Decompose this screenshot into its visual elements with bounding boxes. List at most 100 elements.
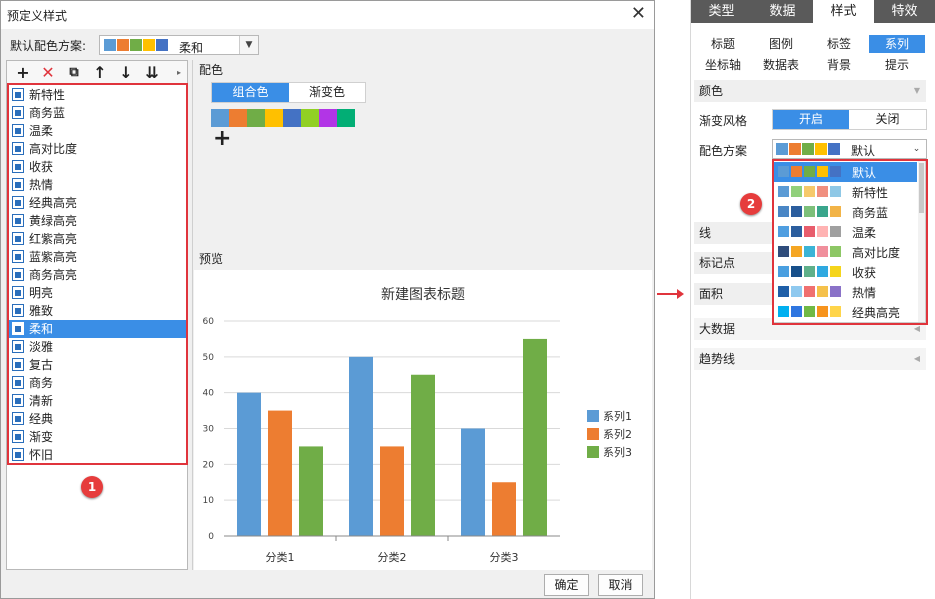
palette-color[interactable] xyxy=(283,109,301,127)
y-tick-label: 20 xyxy=(203,460,215,470)
toggle-on-button[interactable]: 开启 xyxy=(773,110,849,129)
color-scheme-label: 配色方案 xyxy=(699,144,748,158)
default-scheme-label: 默认配色方案: xyxy=(10,39,87,53)
subtab-7[interactable]: 背景 xyxy=(811,56,867,74)
tab-combo-color[interactable]: 组合色 xyxy=(212,83,289,102)
subtab-8[interactable]: 提示 xyxy=(869,56,925,74)
tab-1[interactable]: 类型 xyxy=(691,0,752,23)
bar-系列2[interactable] xyxy=(268,410,292,536)
palette-color[interactable] xyxy=(265,109,283,127)
color-section-header[interactable]: 颜色 ▼ xyxy=(694,80,926,102)
add-color-icon[interactable]: + xyxy=(213,126,231,151)
highlight-box-dropdown xyxy=(772,159,928,325)
dialog-title: 预定义样式 xyxy=(7,9,68,23)
palette-color[interactable] xyxy=(301,109,319,127)
color-section-label: 配色 xyxy=(199,63,224,77)
legend-swatch xyxy=(587,410,599,422)
delete-icon[interactable]: ✕ xyxy=(38,63,58,83)
scheme-color-swatches xyxy=(104,39,169,51)
color-scheme-select[interactable]: 默认 ⌄ xyxy=(772,139,927,159)
pointer-arrow xyxy=(657,293,677,295)
color-swatch xyxy=(828,143,840,155)
section-title: 大数据 xyxy=(699,322,736,336)
ok-button[interactable]: 确定 xyxy=(544,574,589,596)
color-swatch xyxy=(802,143,814,155)
gradient-style-label: 渐变风格 xyxy=(699,114,748,128)
expand-icon: ◀ xyxy=(913,354,920,363)
add-icon[interactable]: + xyxy=(13,63,33,83)
subtab-4[interactable]: 系列 xyxy=(869,35,925,53)
chevron-down-icon[interactable]: ▼ xyxy=(239,36,258,54)
palette-color[interactable] xyxy=(337,109,355,127)
tab-gradient-color[interactable]: 渐变色 xyxy=(289,83,365,102)
section-5[interactable]: 趋势线 ◀ xyxy=(694,348,926,370)
scheme-select-value: 柔和 xyxy=(179,41,204,55)
bar-系列1[interactable] xyxy=(461,428,485,537)
y-tick-label: 60 xyxy=(203,317,215,327)
preview-chart-area: 新建图表标题 0 10 20 30 40 50 60 分类1 分类2 分类3 系列1 系列2 系列3 xyxy=(194,270,652,570)
y-tick-label: 30 xyxy=(203,425,215,435)
bar-系列1[interactable] xyxy=(237,392,261,536)
callout-badge-1: 1 xyxy=(81,476,103,498)
tab-2[interactable]: 数据 xyxy=(752,0,813,23)
copy-icon[interactable]: ⧉ xyxy=(64,63,84,83)
bar-系列1[interactable] xyxy=(349,356,373,536)
move-up-icon[interactable]: ↑ xyxy=(90,63,110,83)
palette-color[interactable] xyxy=(229,109,247,127)
dialog-titlebar: 预定义样式 ✕ xyxy=(1,1,654,29)
callout-badge-2: 2 xyxy=(740,193,762,215)
close-icon[interactable]: ✕ xyxy=(631,3,646,24)
style-list-toolbar: + ✕ ⧉ ↑ ↓ ⇊ ▸ xyxy=(7,61,187,85)
x-tick-label: 分类2 xyxy=(378,550,407,564)
section-title: 线 xyxy=(699,226,712,240)
bar-系列3[interactable] xyxy=(523,338,547,536)
section-title: 趋势线 xyxy=(699,352,736,366)
legend-swatch xyxy=(587,428,599,440)
subtab-2[interactable]: 图例 xyxy=(753,35,809,53)
y-tick-label: 40 xyxy=(203,389,215,399)
subtab-5[interactable]: 坐标轴 xyxy=(695,56,751,74)
subtab-1[interactable]: 标题 xyxy=(695,35,751,53)
collapse-icon: ▼ xyxy=(913,86,920,95)
bar-系列3[interactable] xyxy=(299,446,323,536)
property-tabs: 类型 数据 样式 特效 xyxy=(691,0,935,23)
move-down-icon[interactable]: ↓ xyxy=(116,63,136,83)
chart-title: 新建图表标题 xyxy=(381,287,465,303)
preview-label: 预览 xyxy=(199,252,224,266)
palette-color[interactable] xyxy=(319,109,337,127)
bar-系列2[interactable] xyxy=(380,446,404,536)
cancel-button[interactable]: 取消 xyxy=(598,574,643,596)
palette-color[interactable] xyxy=(211,109,229,127)
subtab-3[interactable]: 标签 xyxy=(811,35,867,53)
move-bottom-icon[interactable]: ⇊ xyxy=(142,63,162,83)
pointer-arrow-head xyxy=(677,289,684,299)
predefined-style-dialog: 预定义样式 ✕ 默认配色方案: 柔和 ▼ + ✕ ⧉ ↑ ↓ ⇊ ▸ 新特性 商务… xyxy=(0,0,655,599)
toggle-off-button[interactable]: 关闭 xyxy=(849,110,926,129)
color-swatch xyxy=(104,39,116,51)
scheme-color-swatches xyxy=(776,143,841,155)
y-tick-label: 50 xyxy=(203,353,215,363)
preview-chart: 新建图表标题 0 10 20 30 40 50 60 分类1 分类2 分类3 系列1 系列2 系列3 xyxy=(203,287,632,564)
color-mode-tabs: 组合色 渐变色 xyxy=(211,82,366,103)
legend-swatch xyxy=(587,446,599,458)
palette-color[interactable] xyxy=(247,109,265,127)
subtab-6[interactable]: 数据表 xyxy=(753,56,809,74)
default-scheme-select[interactable]: 柔和 ▼ xyxy=(99,35,259,55)
property-panel: 类型 数据 样式 特效 标题 图例 标签 系列坐标轴 数据表 背景 提示 颜色 ▼ 渐变风格 开启… xyxy=(690,0,935,599)
section-title: 标记点 xyxy=(699,256,736,270)
bar-系列3[interactable] xyxy=(411,374,435,536)
color-swatch xyxy=(117,39,129,51)
legend-label: 系列1 xyxy=(603,409,632,423)
x-tick-label: 分类3 xyxy=(490,550,519,564)
toolbar-more-icon[interactable]: ▸ xyxy=(169,63,189,83)
bar-系列2[interactable] xyxy=(492,482,516,536)
chevron-down-icon[interactable]: ⌄ xyxy=(907,140,926,158)
tab-3[interactable]: 样式 xyxy=(813,0,874,23)
y-tick-label: 10 xyxy=(203,496,215,506)
color-section-title: 颜色 xyxy=(699,84,724,98)
tab-4[interactable]: 特效 xyxy=(874,0,935,23)
highlight-box-style-list xyxy=(7,83,188,465)
color-swatch xyxy=(143,39,155,51)
legend-label: 系列3 xyxy=(603,445,632,459)
section-title: 面积 xyxy=(699,287,724,301)
